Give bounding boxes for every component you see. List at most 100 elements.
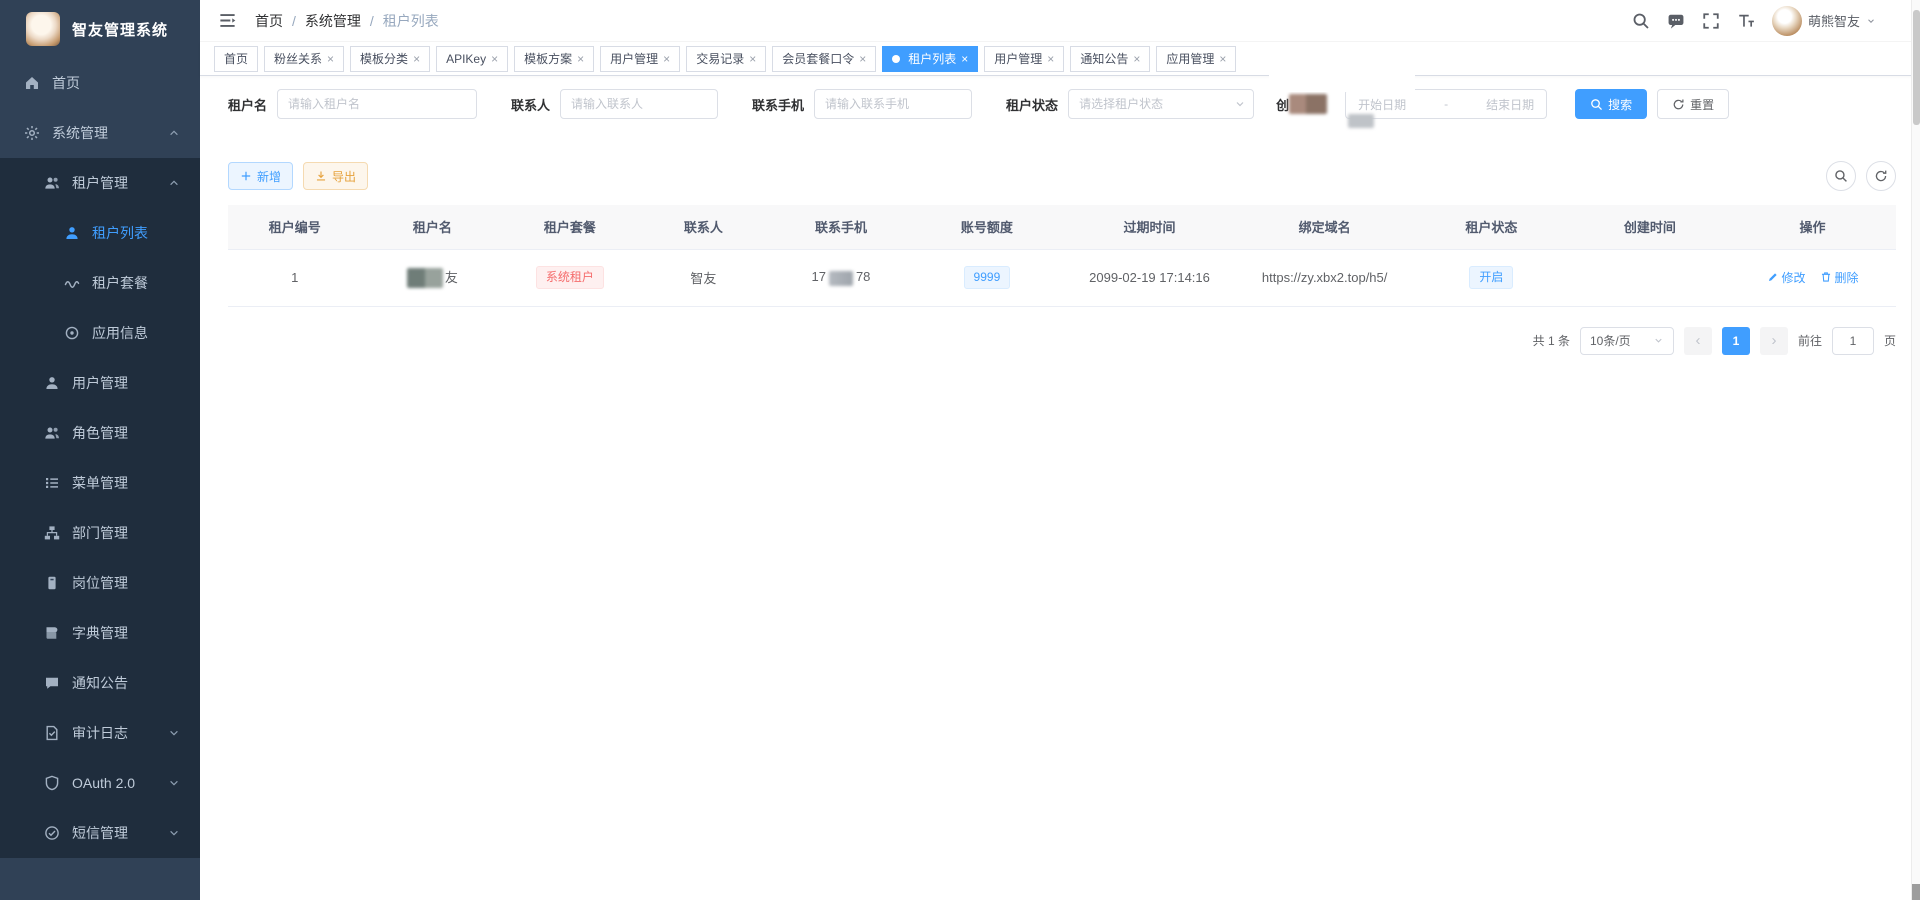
fullscreen-icon[interactable]: [1702, 12, 1720, 30]
close-icon[interactable]: ×: [749, 53, 756, 65]
quota-tag: 9999: [964, 266, 1011, 289]
tab-home[interactable]: 首页: [214, 46, 258, 72]
sidebar-item-user-management[interactable]: 用户管理: [0, 358, 200, 408]
created-date-range[interactable]: 开始日期 - 结束日期: [1345, 89, 1547, 119]
sidebar-item-sms-management[interactable]: 短信管理: [0, 808, 200, 858]
close-icon[interactable]: ×: [577, 53, 584, 65]
sidebar-item-label: 岗位管理: [72, 573, 128, 593]
sidebar-item-tenant-list[interactable]: 租户列表: [0, 208, 200, 258]
user-menu[interactable]: 萌熊智友: [1772, 6, 1876, 36]
sidebar-item-system-management[interactable]: 系统管理: [0, 108, 200, 158]
font-size-icon[interactable]: [1737, 12, 1755, 30]
close-icon[interactable]: ×: [1219, 53, 1226, 65]
tab-user-management-2[interactable]: 用户管理 ×: [984, 46, 1064, 72]
sidebar-item-tenant-management[interactable]: 租户管理: [0, 158, 200, 208]
close-icon[interactable]: ×: [1047, 53, 1054, 65]
chevron-down-icon: [168, 827, 180, 839]
scrollbar-thumb[interactable]: [1913, 10, 1920, 125]
sidebar-item-menu-management[interactable]: 菜单管理: [0, 458, 200, 508]
close-icon[interactable]: ×: [491, 53, 498, 65]
export-button[interactable]: 导出: [303, 162, 368, 190]
list-icon: [44, 475, 60, 491]
contact-label: 联系人: [511, 95, 550, 114]
sidebar-item-role-management[interactable]: 角色管理: [0, 408, 200, 458]
username: 萌熊智友: [1808, 11, 1860, 30]
edit-link[interactable]: 修改: [1767, 269, 1806, 286]
breadcrumb-item-home[interactable]: 首页: [255, 11, 283, 31]
sidebar-item-audit-log[interactable]: 审计日志: [0, 708, 200, 758]
toggle-search-button[interactable]: [1826, 161, 1856, 191]
tab-template-category[interactable]: 模板分类 ×: [350, 46, 430, 72]
tab-apikey[interactable]: APIKey ×: [436, 46, 508, 72]
tab-fans-relation[interactable]: 粉丝关系 ×: [264, 46, 344, 72]
delete-link[interactable]: 删除: [1820, 269, 1859, 286]
tab-member-package-code[interactable]: 会员套餐口令 ×: [772, 46, 876, 72]
current-page-button[interactable]: 1: [1722, 327, 1750, 355]
tab-app-management[interactable]: 应用管理 ×: [1156, 46, 1236, 72]
sidebar-item-tenant-package[interactable]: 租户套餐: [0, 258, 200, 308]
goto-page-input[interactable]: [1832, 327, 1874, 355]
contact-input[interactable]: [560, 89, 718, 119]
sidebar-item-label: 字典管理: [72, 623, 128, 643]
close-icon[interactable]: ×: [1133, 53, 1140, 65]
sidebar-item-post-management[interactable]: 岗位管理: [0, 558, 200, 608]
package-tag: 系统租户: [536, 266, 604, 289]
pagination-total: 共 1 条: [1533, 332, 1570, 349]
refresh-icon: [1874, 169, 1888, 183]
download-icon: [315, 170, 327, 182]
sidebar-item-home[interactable]: 首页: [0, 58, 200, 108]
page-scrollbar[interactable]: [1911, 0, 1920, 900]
status-select-input[interactable]: [1068, 89, 1254, 119]
search-icon: [1834, 169, 1848, 183]
close-icon[interactable]: ×: [859, 53, 866, 65]
search-button[interactable]: 搜索: [1575, 89, 1647, 119]
sidebar-item-dept-management[interactable]: 部门管理: [0, 508, 200, 558]
sidebar-item-notice[interactable]: 通知公告: [0, 658, 200, 708]
reset-button[interactable]: 重置: [1657, 89, 1729, 119]
next-page-button[interactable]: ›: [1760, 327, 1788, 355]
date-start-placeholder: 开始日期: [1358, 96, 1406, 113]
sms-icon: [44, 825, 60, 841]
tab-notice[interactable]: 通知公告 ×: [1070, 46, 1150, 72]
users-icon: [44, 175, 60, 191]
tab-label: 租户列表: [908, 50, 956, 67]
page: 智友管理系统 首页 系统管理 租户管理 租户列表: [0, 0, 1920, 900]
close-icon[interactable]: ×: [961, 53, 968, 65]
app-logo-avatar: [26, 12, 60, 46]
tab-tenant-list[interactable]: 租户列表 ×: [882, 46, 978, 72]
tab-template-plan[interactable]: 模板方案 ×: [514, 46, 594, 72]
tab-transaction-record[interactable]: 交易记录 ×: [686, 46, 766, 72]
refresh-button[interactable]: [1866, 161, 1896, 191]
sidebar-item-dict-management[interactable]: 字典管理: [0, 608, 200, 658]
tab-user-management[interactable]: 用户管理 ×: [600, 46, 680, 72]
cell-tenant-package: 系统租户: [503, 249, 636, 306]
prev-page-button[interactable]: ‹: [1684, 327, 1712, 355]
status-select[interactable]: [1068, 89, 1254, 119]
sidebar-item-label: 系统管理: [52, 123, 108, 143]
close-icon[interactable]: ×: [413, 53, 420, 65]
sidebar-item-oauth[interactable]: OAuth 2.0: [0, 758, 200, 808]
close-icon[interactable]: ×: [663, 53, 670, 65]
page-size-select[interactable]: 10条/页: [1580, 327, 1674, 355]
navbar-tools: 萌熊智友: [1632, 6, 1902, 36]
sidebar-item-label: 用户管理: [72, 373, 128, 393]
breadcrumb-item-system[interactable]: 系统管理: [305, 11, 361, 31]
message-icon[interactable]: [1667, 12, 1685, 30]
scrollbar-bottom-nub[interactable]: [1912, 884, 1920, 900]
badge-icon: [44, 575, 60, 591]
search-icon[interactable]: [1632, 12, 1650, 30]
sidebar-item-label: 部门管理: [72, 523, 128, 543]
users-icon: [44, 425, 60, 441]
phone-label: 联系手机: [752, 95, 804, 114]
phone-input[interactable]: [814, 89, 972, 119]
chevron-down-icon: [1234, 98, 1246, 110]
col-tenant-package: 租户套餐: [503, 205, 636, 249]
add-button[interactable]: 新增: [228, 162, 293, 190]
sidebar-item-label: 短信管理: [72, 823, 128, 843]
sidebar-item-app-info[interactable]: 应用信息: [0, 308, 200, 358]
menu-fold-icon[interactable]: [218, 11, 237, 30]
tenant-name-input[interactable]: [277, 89, 477, 119]
app-title: 智友管理系统: [72, 19, 168, 40]
close-icon[interactable]: ×: [327, 53, 334, 65]
plus-icon: [240, 170, 252, 182]
